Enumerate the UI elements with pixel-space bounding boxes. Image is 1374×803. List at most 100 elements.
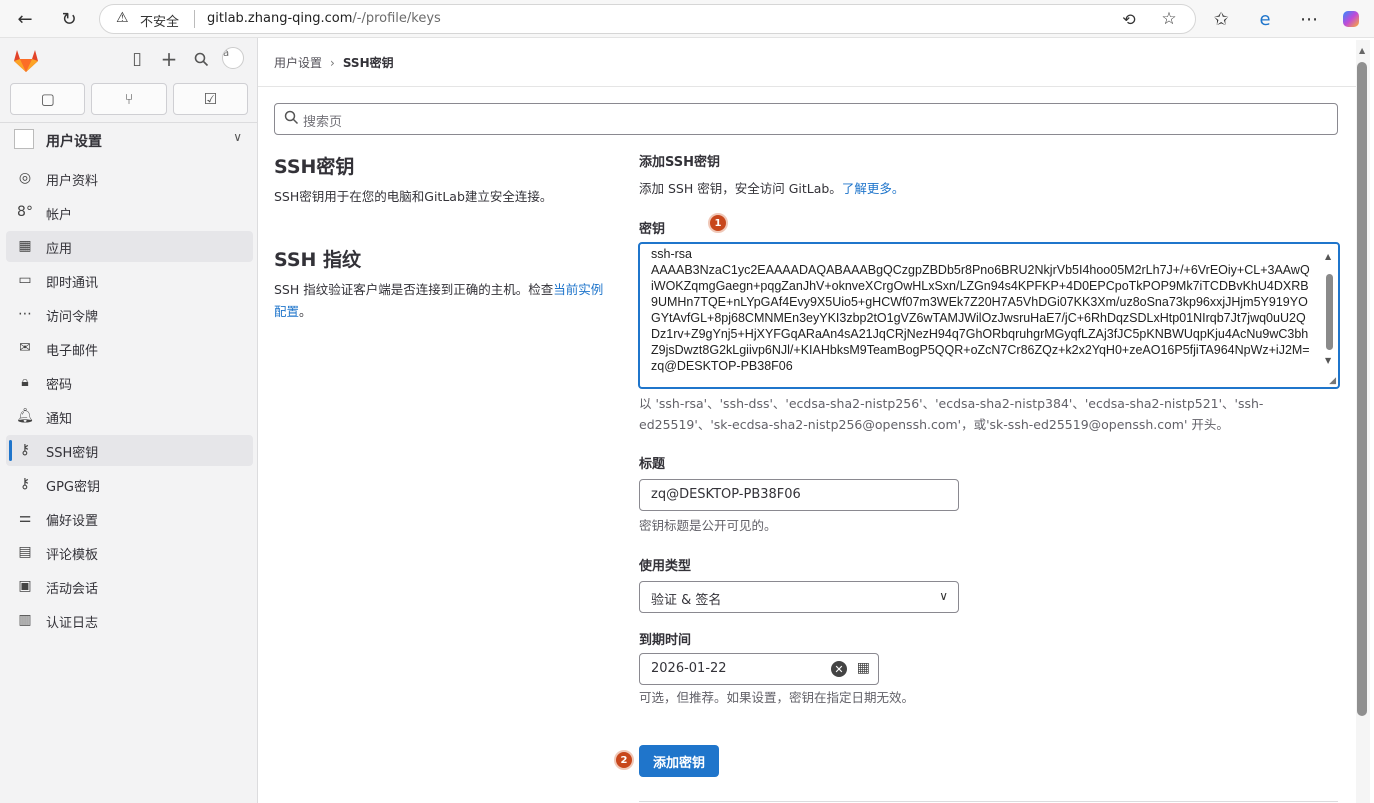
address-bar[interactable]: ⚠ 不安全 gitlab.zhang-qing.com/-/profile/ke…: [99, 4, 1196, 34]
avatar[interactable]: a: [222, 47, 244, 69]
title-input[interactable]: zq@DESKTOP-PB38F06: [639, 479, 959, 511]
browser-toolbar: ← ↻ ⚠ 不安全 gitlab.zhang-qing.com/-/profil…: [0, 0, 1374, 38]
chevron-down-icon: ∨: [939, 589, 948, 603]
usage-type-value: 验证 & 签名: [651, 593, 722, 608]
key-textarea-value: ssh-rsa AAAAB3NzaC1yc2EAAAADAQABAAABgQCz…: [651, 247, 1310, 373]
title-label: 标题: [639, 457, 666, 472]
sidebar-divider: [0, 122, 258, 123]
expiry-date-input[interactable]: 2026-01-22 ✕ ▦: [639, 653, 879, 685]
favorite-star-icon[interactable]: ☆: [1156, 6, 1182, 32]
url-text: gitlab.zhang-qing.com/-/profile/keys: [207, 11, 441, 26]
avatar-alt: a: [223, 48, 230, 59]
favorites-icon[interactable]: ✩: [1208, 6, 1234, 32]
textarea-scroll-thumb[interactable]: [1326, 274, 1333, 350]
copilot-icon[interactable]: [1338, 6, 1364, 32]
sidebar-item-access-tokens[interactable]: ⋯ 访问令牌: [6, 299, 253, 330]
sidebar-item-notifications[interactable]: 🔔︎ 通知: [6, 401, 253, 432]
sidebar-item-password[interactable]: 🔒︎ 密码: [6, 367, 253, 398]
settings-avatar-icon: [14, 129, 34, 149]
back-icon[interactable]: ←: [12, 6, 38, 32]
sidebar-item-active-sessions[interactable]: ▣ 活动会话: [6, 571, 253, 602]
textarea-scrollbar[interactable]: ▲ ▼: [1325, 252, 1334, 377]
sidebar-section-user-settings[interactable]: 用户设置 ∨: [12, 128, 250, 150]
search-input[interactable]: 搜索页: [274, 103, 1338, 135]
fingerprint-desc-text: SSH 指纹验证客户端是否连接到正确的主机。检查: [274, 282, 554, 297]
sidebar-item-chat[interactable]: ▭ 即时通讯: [6, 265, 253, 296]
sidebar-item-label: SSH密钥: [46, 446, 99, 461]
sidebar-item-emails[interactable]: ✉ 电子邮件: [6, 333, 253, 364]
clear-icon[interactable]: ✕: [831, 661, 847, 677]
sidebar-item-label: 帐户: [46, 208, 73, 223]
scroll-up-icon[interactable]: ▲: [1325, 252, 1331, 261]
breadcrumb-parent-link[interactable]: 用户设置: [274, 56, 322, 70]
more-icon[interactable]: ⋯: [1296, 6, 1322, 32]
account-icon: 8°: [17, 204, 33, 220]
key-textarea[interactable]: ssh-rsa AAAAB3NzaC1yc2EAAAADAQABAAABgQCz…: [638, 242, 1340, 389]
page-scrollbar[interactable]: ▲: [1356, 40, 1370, 803]
sidebar-item-label: 即时通讯: [46, 276, 99, 291]
scroll-up-icon[interactable]: ▲: [1359, 46, 1365, 55]
sidebar-item-ssh-keys[interactable]: ⚷ SSH密钥: [6, 435, 253, 466]
preferences-icon: ⚌: [18, 510, 32, 526]
url-path: /-/profile/keys: [352, 11, 441, 26]
sidebar-item-applications[interactable]: ▦ 应用: [6, 231, 253, 262]
chat-icon: ▭: [18, 272, 32, 288]
edge-icon[interactable]: e: [1252, 6, 1278, 32]
search-icon: [284, 110, 299, 129]
page-scroll-thumb[interactable]: [1357, 62, 1367, 716]
step-badge-1: 1: [708, 213, 728, 233]
expiry-label: 到期时间: [639, 633, 692, 648]
expiry-hint: 可选，但推荐。如果设置，密钥在指定日期无效。: [639, 690, 915, 705]
ssh-fingerprint-description: SSH 指纹验证客户端是否连接到正确的主机。检查当前实例配置。: [274, 279, 609, 323]
title-input-value: zq@DESKTOP-PB38F06: [651, 487, 801, 502]
add-key-button[interactable]: 添加密钥: [639, 745, 719, 777]
intro-end: 。: [891, 181, 905, 196]
calendar-icon[interactable]: ▦: [857, 660, 870, 676]
plus-icon[interactable]: +: [158, 47, 180, 71]
sidebar-item-gpg-keys[interactable]: ⚷ GPG密钥: [6, 469, 253, 500]
usage-type-select[interactable]: 验证 & 签名 ∨: [639, 581, 959, 613]
refresh-icon[interactable]: ↻: [56, 6, 82, 32]
sidebar-toggle-icon[interactable]: ▯: [126, 48, 148, 70]
issues-icon[interactable]: ▢: [10, 83, 86, 115]
sidebar-item-label: 通知: [46, 412, 73, 427]
user-icon: ◎: [18, 170, 32, 186]
ssh-fingerprint-title: SSH 指纹: [274, 249, 362, 271]
intro-text: 添加 SSH 密钥，安全访问 GitLab。: [639, 181, 842, 196]
translate-icon[interactable]: ⟲: [1116, 6, 1142, 32]
sidebar-item-preferences[interactable]: ⚌ 偏好设置: [6, 503, 253, 534]
ssh-keys-description: SSH密钥用于在您的电脑和GitLab建立安全连接。: [274, 189, 553, 204]
add-ssh-key-heading: 添加SSH密钥: [639, 155, 721, 170]
sidebar-item-label: GPG密钥: [46, 480, 100, 495]
search-icon[interactable]: [190, 48, 212, 70]
ssh-keys-title: SSH密钥: [274, 156, 355, 178]
learn-more-link[interactable]: 了解更多: [842, 181, 892, 196]
lock-icon: 🔒︎: [21, 374, 29, 390]
todos-icon[interactable]: ☑: [172, 83, 248, 115]
fingerprint-desc-end: 。: [299, 304, 312, 319]
chevron-down-icon[interactable]: ∨: [233, 130, 242, 144]
step-badge-2: 2: [614, 750, 634, 770]
sidebar-item-profile[interactable]: ◎ 用户资料: [6, 163, 253, 194]
sidebar-item-label: 访问令牌: [46, 310, 99, 325]
comment-icon: ▤: [18, 544, 32, 560]
sidebar: ▯ + a ▢ ⑂ ☑ 用户设置 ∨ ◎ 用户资料 8° 帐户 ▦ 应用 ▭ 即…: [0, 38, 258, 803]
sidebar-item-account[interactable]: 8° 帐户: [6, 197, 253, 228]
breadcrumb-current[interactable]: SSH密钥: [343, 56, 394, 70]
gitlab-logo-icon[interactable]: [12, 47, 40, 73]
sidebar-quick-tabs: ▢ ⑂ ☑: [10, 83, 248, 115]
key-format-hint: 以 'ssh-rsa'、'ssh-dss'、'ecdsa-sha2-nistp2…: [639, 396, 1264, 432]
scroll-down-icon[interactable]: ▼: [1325, 356, 1331, 365]
url-divider: [194, 10, 195, 28]
key-label: 密钥: [639, 222, 666, 237]
sidebar-item-label: 认证日志: [46, 616, 99, 631]
resize-handle-icon[interactable]: ◢: [1329, 376, 1336, 386]
key-icon: ⚷: [19, 442, 31, 458]
title-hint: 密钥标题是公开可见的。: [639, 518, 777, 533]
sidebar-item-comment-templates[interactable]: ▤ 评论模板: [6, 537, 253, 568]
merge-requests-icon[interactable]: ⑂: [91, 83, 167, 115]
token-icon: ⋯: [18, 306, 32, 322]
bell-icon: 🔔︎: [16, 408, 34, 424]
sidebar-item-auth-log[interactable]: ▥ 认证日志: [6, 605, 253, 636]
usage-type-label: 使用类型: [639, 559, 692, 574]
